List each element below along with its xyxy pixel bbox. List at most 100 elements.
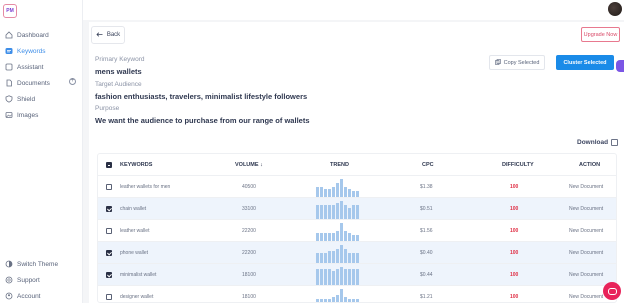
volume-cell: 22200 xyxy=(242,228,256,234)
new-document-link[interactable]: New Document xyxy=(569,294,603,300)
download-button[interactable]: Download xyxy=(577,139,619,146)
trend-bar xyxy=(344,269,347,285)
trend-bar xyxy=(336,295,339,302)
trend-sparkline xyxy=(316,289,364,302)
table-row: designer wallet 18100 $1.21 100 New Document xyxy=(98,286,616,302)
assistant-icon xyxy=(5,63,13,71)
trend-bar xyxy=(356,269,359,285)
new-document-link[interactable]: New Document xyxy=(569,272,603,278)
trend-bar xyxy=(340,289,343,302)
support-icon xyxy=(5,276,13,284)
cluster-selected-button[interactable]: Cluster Selected xyxy=(556,55,614,70)
column-volume[interactable]: VOLUME ↓ xyxy=(235,162,263,168)
table-row: chain wallet 33100 $0.51 100 New Document xyxy=(98,198,616,220)
sidebar-item-label: Switch Theme xyxy=(17,260,59,268)
sidebar-item-shield[interactable]: Shield xyxy=(5,93,80,105)
trend-bar xyxy=(320,233,323,241)
copy-selected-button[interactable]: Copy Selected xyxy=(489,55,545,70)
trend-bar xyxy=(352,253,355,263)
sidebar-item-label: Account xyxy=(17,292,41,300)
back-label: Back xyxy=(106,32,121,38)
trend-bar xyxy=(348,269,351,285)
trend-bar xyxy=(340,245,343,263)
column-action: ACTION xyxy=(579,162,601,168)
download-label: Download xyxy=(577,139,609,146)
trend-bar xyxy=(324,189,327,197)
trend-bar xyxy=(328,299,331,302)
new-document-link[interactable]: New Document xyxy=(569,206,603,212)
volume-cell: 18100 xyxy=(242,294,256,300)
theme-icon xyxy=(5,260,13,268)
trend-bar xyxy=(332,187,335,197)
trend-bar xyxy=(336,183,339,197)
back-button[interactable]: Back xyxy=(91,26,125,44)
trend-sparkline xyxy=(316,201,364,219)
chat-icon xyxy=(607,287,617,295)
keyword-cell: designer wallet xyxy=(120,294,154,300)
sidebar-item-account[interactable]: Account xyxy=(5,290,80,302)
trend-bar xyxy=(328,269,331,285)
chat-button[interactable] xyxy=(603,282,621,300)
volume-cell: 40500 xyxy=(242,184,256,190)
trend-bar xyxy=(320,269,323,285)
sidebar-item-label: Keywords xyxy=(17,47,46,55)
cpc-cell: $1.56 xyxy=(420,228,433,234)
upgrade-button[interactable]: Upgrade Now xyxy=(581,27,620,42)
sidebar-item-assistant[interactable]: Assistant xyxy=(5,61,80,73)
trend-bar xyxy=(344,249,347,263)
difficulty-cell: 100 xyxy=(510,250,519,256)
sidebar-item-switch-theme[interactable]: Switch Theme xyxy=(5,258,80,270)
shield-icon xyxy=(5,95,13,103)
copy-selected-label: Copy Selected xyxy=(503,59,540,66)
main-panel: Back Upgrade Now Primary Keyword mens wa… xyxy=(89,22,624,303)
primary-keyword-value: mens wallets xyxy=(95,67,142,76)
trend-bar xyxy=(340,267,343,285)
trend-bar xyxy=(356,191,359,197)
select-all-checkbox[interactable] xyxy=(106,162,112,168)
new-document-link[interactable]: New Document xyxy=(569,228,603,234)
sidebar-item-images[interactable]: Images xyxy=(5,109,80,121)
trend-bar xyxy=(340,223,343,241)
trend-bar xyxy=(320,253,323,263)
difficulty-cell: 100 xyxy=(510,228,519,234)
trend-bar xyxy=(352,235,355,241)
keywords-icon xyxy=(5,47,13,55)
table-row: phone wallet 22200 $0.40 100 New Document xyxy=(98,242,616,264)
copy-icon xyxy=(494,58,501,67)
row-checkbox[interactable] xyxy=(106,294,112,300)
trend-bar xyxy=(324,269,327,285)
target-audience-value: fashion enthusiasts, travelers, minimali… xyxy=(95,92,308,101)
trend-bar xyxy=(356,205,359,219)
trend-bar xyxy=(328,189,331,197)
table-row: minimalist wallet 18100 $0.44 100 New Docume… xyxy=(98,264,616,286)
sidebar-item-keywords[interactable]: Keywords xyxy=(5,45,80,57)
column-cpc: CPC xyxy=(422,162,434,168)
app-logo[interactable]: PM xyxy=(3,4,17,18)
new-document-link[interactable]: New Document xyxy=(569,184,603,190)
new-document-link[interactable]: New Document xyxy=(569,250,603,256)
row-checkbox[interactable] xyxy=(106,272,112,278)
trend-bar xyxy=(324,205,327,219)
trend-bar xyxy=(340,179,343,197)
home-icon xyxy=(5,31,13,39)
row-checkbox[interactable] xyxy=(106,228,112,234)
target-audience-label: Target Audience xyxy=(95,81,142,88)
side-panel-tab[interactable] xyxy=(616,60,624,72)
sidebar-item-label: Support xyxy=(17,276,40,284)
add-document-icon[interactable]: + xyxy=(69,78,76,85)
sidebar-item-documents[interactable]: Documents + xyxy=(5,77,80,89)
trend-bar xyxy=(356,299,359,302)
trend-bar xyxy=(344,205,347,219)
row-checkbox[interactable] xyxy=(106,206,112,212)
row-checkbox[interactable] xyxy=(106,184,112,190)
sidebar-item-dashboard[interactable]: Dashboard xyxy=(5,29,80,41)
sidebar-item-label: Dashboard xyxy=(17,31,49,39)
trend-bar xyxy=(348,189,351,197)
trend-bar xyxy=(320,187,323,197)
avatar[interactable] xyxy=(608,2,622,16)
sidebar-item-support[interactable]: Support xyxy=(5,274,80,286)
trend-bar xyxy=(352,205,355,219)
trend-bar xyxy=(332,205,335,219)
row-checkbox[interactable] xyxy=(106,250,112,256)
document-icon xyxy=(5,79,13,87)
